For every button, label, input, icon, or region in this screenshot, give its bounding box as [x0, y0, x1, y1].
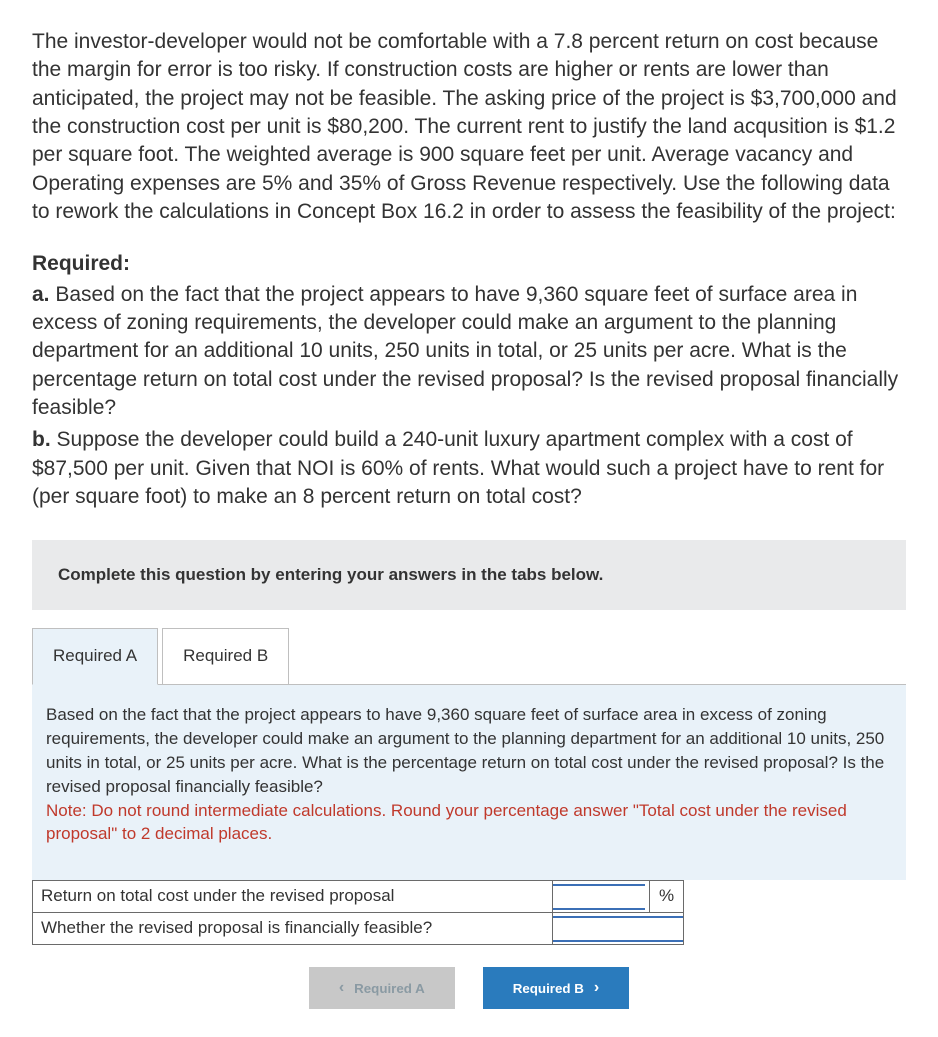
tab-required-b[interactable]: Required B: [162, 628, 289, 685]
required-block: Required: a. Based on the fact that the …: [32, 250, 906, 511]
table-row: Return on total cost under the revised p…: [33, 881, 684, 913]
problem-statement: The investor-developer would not be comf…: [32, 28, 906, 226]
next-label: Required B: [513, 981, 584, 996]
panel-note: Note: Do not round intermediate calculat…: [46, 801, 847, 844]
nav-row: ‹ Required A Required B ›: [32, 967, 906, 1009]
part-a-lead: a.: [32, 283, 50, 306]
tab-b-label: Required B: [183, 646, 268, 665]
table-row: Whether the revised proposal is financia…: [33, 913, 684, 945]
row1-label: Return on total cost under the revised p…: [33, 881, 553, 913]
required-label: Required:: [32, 250, 906, 278]
row1-input-cell: [553, 881, 650, 913]
tabs-row: Required A Required B: [32, 628, 906, 685]
tab-panel-a: Based on the fact that the project appea…: [32, 684, 906, 880]
tab-required-a[interactable]: Required A: [32, 628, 158, 685]
prev-required-a-button[interactable]: ‹ Required A: [309, 967, 455, 1009]
intro-paragraph: The investor-developer would not be comf…: [32, 28, 906, 226]
panel-prompt: Based on the fact that the project appea…: [46, 705, 884, 795]
chevron-left-icon: ‹: [339, 979, 344, 997]
feasible-input[interactable]: [553, 916, 683, 942]
row2-label: Whether the revised proposal is financia…: [33, 913, 553, 945]
part-a-text: Based on the fact that the project appea…: [32, 283, 898, 419]
instruction-bar: Complete this question by entering your …: [32, 540, 906, 611]
next-required-b-button[interactable]: Required B ›: [483, 967, 629, 1009]
part-a: a. Based on the fact that the project ap…: [32, 281, 906, 423]
prev-label: Required A: [354, 981, 425, 996]
part-b: b. Suppose the developer could build a 2…: [32, 426, 906, 511]
chevron-right-icon: ›: [594, 979, 599, 997]
row1-unit: %: [650, 881, 684, 913]
row2-input-cell: [553, 913, 684, 945]
answer-table: Return on total cost under the revised p…: [32, 880, 684, 945]
return-on-cost-input[interactable]: [553, 884, 645, 910]
part-b-lead: b.: [32, 428, 51, 451]
part-b-text: Suppose the developer could build a 240-…: [32, 428, 884, 508]
tab-a-label: Required A: [53, 646, 137, 665]
